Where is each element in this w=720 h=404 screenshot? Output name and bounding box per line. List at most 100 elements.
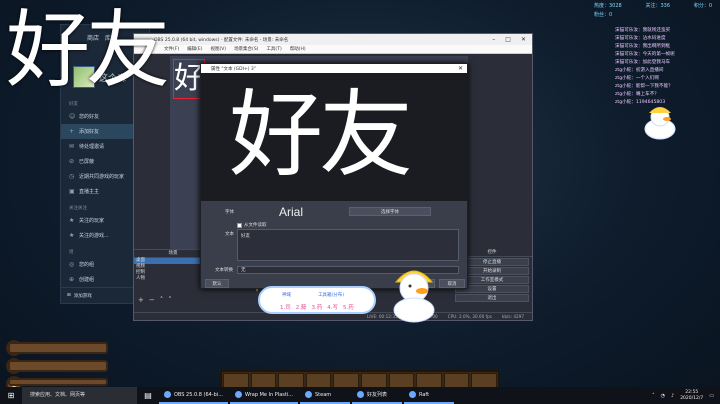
- sidebar-item-label: 您的好友: [79, 114, 100, 120]
- plus-icon: ⊞: [67, 293, 71, 298]
- add-game-label: 添加游戏: [73, 293, 92, 299]
- taskbar-app-label: OBS 25.0.8 (64-bi...: [174, 391, 223, 398]
- sidebar-item-label: 关注的游戏...: [79, 233, 109, 239]
- duck-sticker-icon: [393, 270, 435, 323]
- exit-button[interactable]: 退出: [455, 294, 529, 302]
- windows-start-icon[interactable]: ⊞: [0, 387, 22, 404]
- notification-icon[interactable]: ▭: [709, 393, 714, 399]
- menu-view[interactable]: 视图(V): [210, 46, 226, 52]
- system-tray: ˄ ◔ ♪ 22:55 2020/12/7 ▭: [652, 390, 720, 402]
- obs-titlebar[interactable]: OBS 25.0.8 (64 bit, windows) - 配置文件: 未命名…: [134, 34, 532, 45]
- sticker-num: 3.药: [311, 305, 323, 311]
- dialog-titlebar[interactable]: 属性 "文本 (GDI+) 3" ✕: [201, 64, 467, 73]
- chat-line: ztg小蛇：一个入们啊: [615, 76, 659, 81]
- chat-line: 沫猫可乐汝：今天的第一帧呢: [615, 52, 675, 57]
- users-icon: ☺: [69, 112, 76, 120]
- sidebar-item-label: 您的组: [79, 262, 95, 268]
- heat-stat: 热度：3028: [594, 3, 622, 9]
- chevron-up-icon[interactable]: ˄: [652, 393, 655, 399]
- chat-line: ztg小蛇：嘴上车不？: [615, 92, 659, 97]
- bitrate-status: kb/s: 4297: [501, 314, 524, 319]
- volume-icon[interactable]: ♪: [671, 393, 674, 399]
- sticker-num: 1.司: [280, 305, 291, 311]
- properties-dialog[interactable]: 属性 "文本 (GDI+) 3" ✕ 好友 字体 Arial 选择字体 从文件读…: [200, 63, 469, 289]
- sticker-left-label: 神域: [282, 293, 291, 298]
- obs-menubar: 文件(F) 编辑(E) 视图(V) 场景集合(S) 工具(T) 帮助(H): [134, 45, 532, 54]
- sidebar-item-label: 近期共同游戏的玩家: [79, 174, 125, 180]
- taskbar-app-obs[interactable]: OBS 25.0.8 (64-bi...: [159, 387, 228, 404]
- menu-help[interactable]: 帮助(H): [290, 46, 306, 52]
- remove-scene-icon[interactable]: −: [149, 296, 155, 304]
- read-from-file-checkbox[interactable]: 从文件读取: [237, 222, 267, 228]
- menu-edit[interactable]: 编辑(E): [187, 46, 202, 52]
- sidebar-item-label: 直播主主: [79, 189, 100, 195]
- sidebar-item-label: 已屏蔽: [79, 159, 95, 165]
- font-value: Arial: [237, 205, 345, 219]
- task-view-icon[interactable]: ▤: [137, 387, 159, 404]
- close-icon[interactable]: ✕: [521, 36, 526, 43]
- friends-icon: [357, 391, 364, 398]
- menu-tools[interactable]: 工具(T): [266, 46, 281, 52]
- game-icon: [234, 391, 242, 398]
- chat-line: 沫猫可乐汝：加此登我马车: [615, 60, 671, 65]
- minimize-icon[interactable]: –: [492, 36, 495, 43]
- close-icon[interactable]: ✕: [458, 65, 467, 72]
- raft-icon: [409, 391, 416, 398]
- obs-title: OBS 25.0.8 (64 bit, windows) - 配置文件: 未命名…: [154, 37, 289, 43]
- clock[interactable]: 22:55 2020/12/7: [680, 390, 703, 402]
- group-icon: ◎: [69, 260, 75, 268]
- cpu-status: CPU: 2.0%, 30.00 fps: [447, 314, 492, 319]
- taskbar-app-label: Raft: [419, 391, 430, 398]
- duck-mascot-icon: [644, 107, 676, 140]
- pending-icon: ✉: [69, 142, 75, 150]
- sticker-cloud: 神域 工具箱(分布) 1.司 2.藤 3.药 4.写 5.药: [258, 286, 376, 314]
- font-label: 字体: [225, 210, 234, 215]
- follow-icon: ★: [69, 231, 75, 239]
- dialog-title: 属性 "文本 (GDI+) 3": [211, 66, 256, 72]
- hunger-bar: [8, 342, 108, 354]
- taskbar-app-friends[interactable]: 好友列表: [352, 387, 402, 404]
- add-scene-icon[interactable]: +: [138, 296, 144, 304]
- dialog-preview-text: 好友: [229, 81, 413, 190]
- network-icon[interactable]: ◔: [661, 393, 665, 399]
- taskbar-app-wrapme[interactable]: Wrap Me In Plasti...: [229, 387, 298, 404]
- sticker-num: 2.藤: [295, 305, 307, 311]
- chat-line: ztg小蛇：初游入直播间: [615, 68, 664, 73]
- thirst-bar: [8, 360, 108, 372]
- maximize-icon[interactable]: □: [505, 36, 511, 43]
- taskbar-app-label: Steam: [315, 391, 332, 398]
- defaults-button[interactable]: 默认: [205, 279, 229, 288]
- fans-count: 粉丝：0: [594, 12, 613, 18]
- obs-icon: [164, 391, 171, 398]
- health-bar: [8, 378, 108, 386]
- stream-icon: ▣: [69, 187, 75, 195]
- sidebar-item-label: 待处理邀请: [79, 144, 105, 150]
- sticker-num: 5.药: [343, 305, 354, 311]
- checkbox-box[interactable]: [237, 222, 242, 228]
- taskbar-search[interactable]: 搜索应用、文档、网页等: [22, 387, 137, 404]
- menu-scene-collection[interactable]: 场景集合(S): [234, 46, 258, 52]
- taskbar: ⊞ 搜索应用、文档、网页等 ▤ OBS 25.0.8 (64-bi... Wra…: [0, 387, 720, 404]
- sidebar-item-label: 关注的玩家: [79, 218, 105, 224]
- follow-stat: 关注：336: [645, 3, 671, 9]
- checkbox-label: 从文件读取: [244, 223, 267, 228]
- menu-file[interactable]: 文件(F): [164, 46, 179, 52]
- stream-stats: 热度：3028 关注：336 积分：0 粉丝：0: [594, 2, 712, 20]
- move-down-icon[interactable]: ˅: [168, 296, 172, 304]
- move-up-icon[interactable]: ˄: [160, 296, 164, 304]
- chat-line: 沫猫可乐汝：我就残还蛮买: [615, 28, 671, 33]
- block-icon: ⊘: [69, 157, 75, 165]
- sticker-right-label: 工具箱(分布): [318, 293, 345, 298]
- text-input[interactable]: 好友: [237, 229, 459, 261]
- chat-line: ztg小蛇：能帮一下我不能？: [615, 84, 673, 89]
- group-add-icon: ⊕: [69, 275, 75, 283]
- text-label: 文本: [225, 232, 234, 237]
- taskbar-app-steam[interactable]: Steam: [300, 387, 350, 404]
- taskbar-app-raft[interactable]: Raft: [404, 387, 454, 404]
- follow-icon: ★: [69, 216, 75, 224]
- cancel-button[interactable]: 取消: [439, 279, 465, 288]
- select-font-button[interactable]: 选择字体: [349, 207, 431, 216]
- chat-line: 沫猫可乐汝：沾水码进度: [615, 36, 666, 41]
- steam-icon: [305, 391, 312, 398]
- dialog-preview: 好友: [201, 73, 469, 201]
